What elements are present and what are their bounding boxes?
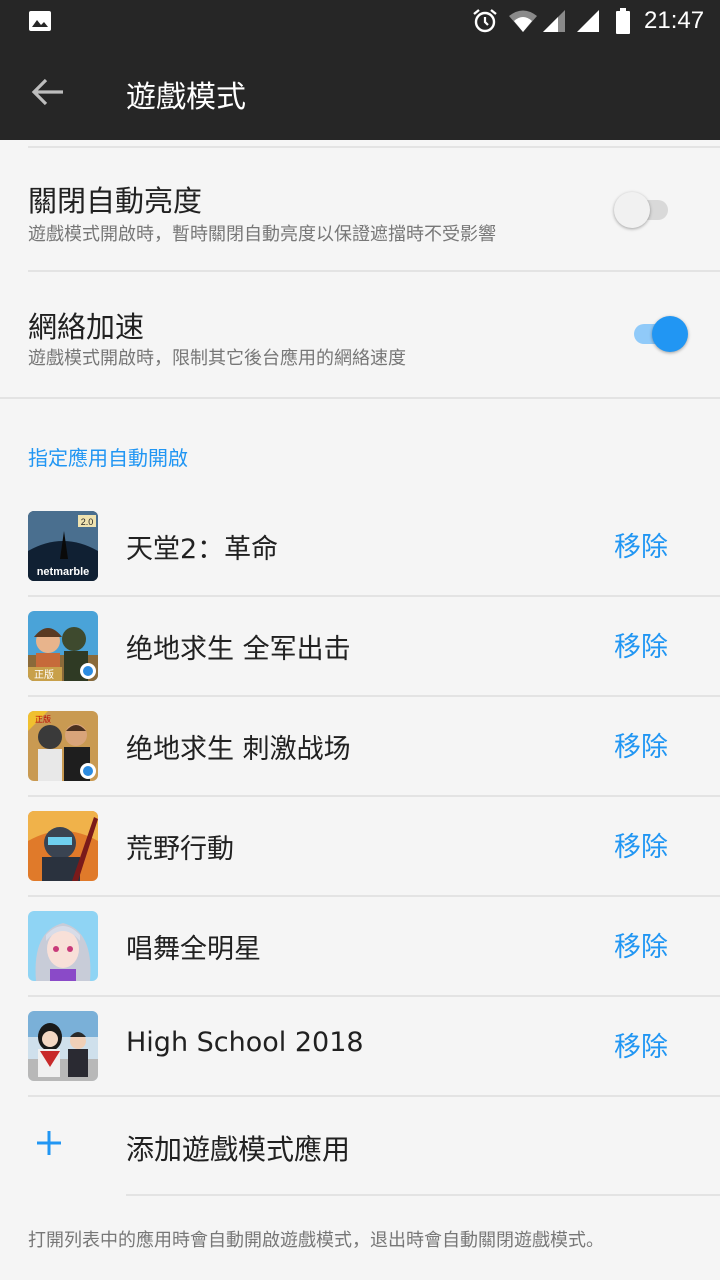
setting-subtitle: 遊戲模式開啟時，限制其它後台應用的網絡速度 [28,348,406,369]
app-icon-pubg-allout: 正版 [28,611,98,681]
app-badge: 2.0 [81,517,94,527]
divider [28,1095,720,1097]
auto-brightness-toggle[interactable] [614,190,672,230]
section-divider [0,397,720,399]
list-item-app: High School 2018 移除 [0,997,720,1097]
section-header: 指定應用自動開啟 [28,446,188,470]
list-item-app: 正版 绝地求生 全军出击 移除 [0,597,720,697]
remove-button[interactable]: 移除 [614,925,668,964]
signal-icon [543,10,565,32]
app-name: 荒野行動 [126,834,234,865]
remove-button[interactable]: 移除 [614,1025,668,1064]
app-name: 绝地求生 全军出击 [126,634,351,665]
setting-network-boost[interactable]: 網絡加速 遊戲模式開啟時，限制其它後台應用的網絡速度 [0,272,720,396]
status-bar: 21:47 [0,0,720,44]
list-item-app: 正版 绝地求生 刺激战场 移除 [0,697,720,797]
network-boost-toggle[interactable] [630,314,688,354]
app-icon-lineage2: 2.0 netmarble [28,511,98,581]
app-icon-pubg-exhilarating: 正版 [28,711,98,781]
app-icon-knives-out [28,811,98,881]
app-bar: 遊戲模式 [0,44,720,140]
plus-icon [37,1131,61,1155]
add-app-button[interactable]: 添加遊戲模式應用 [0,1098,720,1194]
setting-title: 網絡加速 [28,310,145,344]
app-badge: 正版 [34,668,54,681]
remove-button[interactable]: 移除 [614,525,668,564]
arrow-left-icon[interactable] [30,76,66,108]
setting-auto-brightness[interactable]: 關閉自動亮度 遊戲模式開啟時，暫時關閉自動亮度以保證遮擋時不受影響 [0,148,720,272]
list-item-app: 荒野行動 移除 [0,797,720,897]
app-name: 唱舞全明星 [126,934,261,965]
signal-icon [577,10,599,32]
app-badge: 正版 [35,714,51,724]
setting-title: 關閉自動亮度 [28,184,203,218]
app-icon-dance-stars [28,911,98,981]
divider [126,1194,720,1196]
remove-button[interactable]: 移除 [614,825,668,864]
status-time: 21:47 [644,7,705,34]
app-icon-brand: netmarble [37,566,90,578]
footer-note: 打開列表中的應用時會自動開啟遊戲模式，退出時會自動關閉遊戲模式。 [28,1230,604,1251]
alarm-icon [473,9,497,33]
add-app-label: 添加遊戲模式應用 [126,1133,351,1166]
battery-icon [616,8,630,34]
setting-subtitle: 遊戲模式開啟時，暫時關閉自動亮度以保證遮擋時不受影響 [28,224,496,245]
app-name: High School 2018 [126,1027,364,1058]
list-item-app: 唱舞全明星 移除 [0,897,720,997]
app-name: 天堂2：革命 [126,534,279,565]
gallery-icon [29,11,51,31]
wifi-icon [509,10,537,32]
app-icon-high-school [28,1011,98,1081]
app-name: 绝地求生 刺激战场 [126,734,351,765]
list-item-app: 2.0 netmarble 天堂2：革命 移除 [0,497,720,597]
page-title: 遊戲模式 [126,80,246,115]
remove-button[interactable]: 移除 [614,725,668,764]
remove-button[interactable]: 移除 [614,625,668,664]
